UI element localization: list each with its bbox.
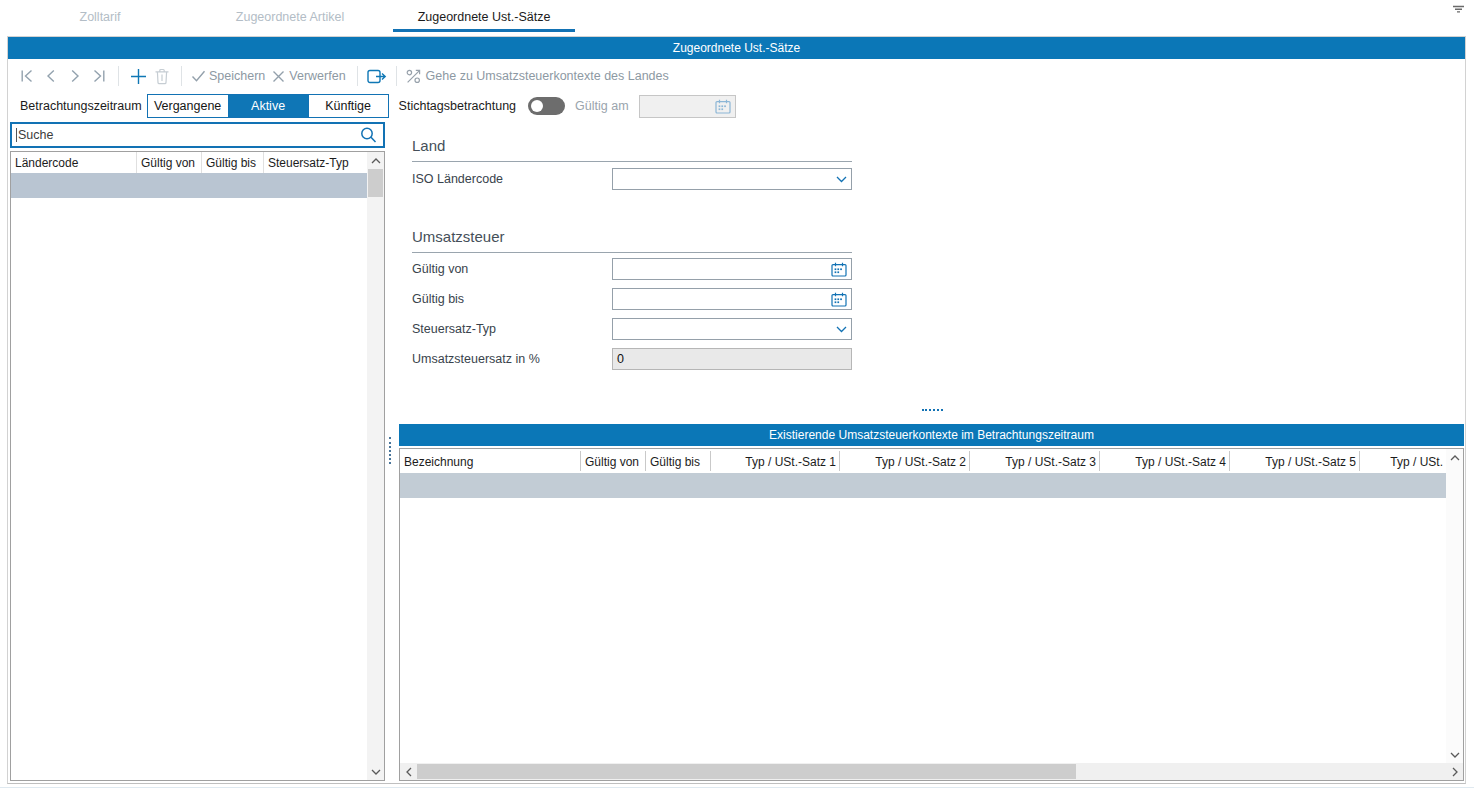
bottom-divider (0, 787, 1474, 788)
column-header[interactable]: Typ / USt.-Satz 3 (970, 451, 1100, 471)
add-button[interactable] (126, 64, 150, 88)
chevron-down-icon[interactable] (836, 326, 847, 333)
column-header[interactable]: Bezeichnung (400, 451, 581, 471)
horizontal-splitter-grip[interactable] (922, 409, 943, 411)
scroll-down-icon[interactable] (367, 763, 384, 780)
column-header[interactable]: Gültig von (137, 152, 202, 173)
countries-table-header: Ländercode Gültig von Gültig bis Steuers… (11, 152, 367, 173)
main-panel: Zugeordnete Ust.-Sätze (7, 36, 1466, 784)
section-title-umsatzsteuer: Umsatzsteuer (412, 228, 505, 245)
goto-context-icon[interactable] (404, 64, 424, 88)
countries-table-vscrollbar[interactable] (367, 152, 384, 780)
toolbar-separator (357, 66, 358, 86)
search-input[interactable]: Suche (10, 122, 385, 148)
period-segmented-control: Vergangene Aktive Künftige (147, 94, 389, 118)
first-record-button[interactable] (15, 64, 39, 88)
toolbar-separator (118, 66, 119, 86)
column-header[interactable]: Gültig von (581, 451, 646, 471)
calendar-icon[interactable] (831, 292, 847, 307)
goto-context-button[interactable]: Gehe zu Umsatzsteuerkontexte des Landes (426, 69, 669, 83)
column-header[interactable]: Typ / USt.-Satz 1 (711, 451, 840, 471)
contexts-table-header: Bezeichnung Gültig von Gültig bis Typ / … (400, 451, 1446, 471)
gueltig-von-label: Gültig von (412, 262, 468, 276)
column-header[interactable]: Typ / USt.-Satz 4 (1100, 451, 1230, 471)
column-header[interactable]: Typ / USt.-Satz 2 (840, 451, 970, 471)
gueltig-von-date-input[interactable] (612, 258, 852, 280)
column-header[interactable]: Typ / USt.-Satz 5 (1230, 451, 1360, 471)
save-button[interactable]: Speichern (209, 69, 265, 83)
scrollbar-thumb[interactable] (368, 169, 383, 197)
column-header[interactable]: Typ / USt. (1360, 451, 1446, 471)
discard-icon[interactable] (269, 64, 287, 88)
scroll-up-icon[interactable] (367, 152, 384, 169)
panel-title: Zugeordnete Ust.-Sätze (8, 37, 1465, 59)
calendar-icon[interactable] (831, 262, 847, 277)
umsatzsteuersatz-input: 0 (612, 348, 852, 370)
contexts-table-vscrollbar[interactable] (1446, 449, 1463, 763)
next-record-button[interactable] (63, 64, 87, 88)
section-divider (412, 252, 852, 253)
gueltig-bis-date-input[interactable] (612, 288, 852, 310)
column-header[interactable]: Steuersatz-Typ (264, 152, 367, 173)
contexts-table: Bezeichnung Gültig von Gültig bis Typ / … (399, 448, 1464, 781)
umsatzsteuersatz-label: Umsatzsteuersatz in % (412, 352, 540, 366)
last-record-button[interactable] (87, 64, 111, 88)
scroll-right-icon[interactable] (1446, 763, 1463, 780)
segment-vergangene[interactable]: Vergangene (148, 95, 228, 117)
screen: Zolltarif Zugeordnete Artikel Zugeordnet… (0, 0, 1474, 789)
countries-table: Ländercode Gültig von Gültig bis Steuers… (10, 151, 385, 781)
save-icon[interactable] (189, 64, 207, 88)
column-header[interactable]: Gültig bis (646, 451, 711, 471)
toolbar-separator (396, 66, 397, 86)
stichtag-toggle[interactable] (528, 97, 565, 115)
delete-button[interactable] (150, 64, 174, 88)
search-placeholder: Suche (16, 128, 53, 142)
period-label: Betrachtungszeitraum (20, 99, 142, 113)
tab-bar: Zolltarif Zugeordnete Artikel Zugeordnet… (0, 0, 1474, 36)
steuersatz-typ-combobox[interactable] (612, 318, 852, 340)
valid-at-label: Gültig am (575, 99, 629, 113)
vertical-splitter-grip[interactable] (389, 437, 391, 464)
segment-aktive[interactable]: Aktive (228, 95, 308, 117)
scroll-up-icon[interactable] (1446, 449, 1463, 466)
scroll-down-icon[interactable] (1446, 746, 1463, 763)
iso-laendercode-label: ISO Ländercode (412, 172, 503, 186)
toolbar: Speichern Verwerfen Gehe zu Umsatzsteuer… (8, 59, 1465, 93)
column-header[interactable]: Gültig bis (202, 152, 264, 173)
column-header[interactable]: Ländercode (11, 152, 137, 173)
section-divider (412, 161, 852, 162)
input-value: 0 (617, 352, 624, 366)
stichtag-label: Stichtagsbetrachtung (399, 99, 516, 113)
section-title-land: Land (412, 137, 445, 154)
filter-row: Betrachtungszeitraum Vergangene Aktive K… (8, 93, 1465, 119)
chevron-down-icon[interactable] (836, 176, 847, 183)
search-icon[interactable] (359, 126, 378, 145)
valid-at-date-input[interactable] (639, 95, 736, 118)
table-row-selected[interactable] (11, 173, 367, 198)
toggle-knob (531, 100, 543, 112)
calendar-icon[interactable] (715, 99, 731, 114)
gueltig-bis-label: Gültig bis (412, 292, 464, 306)
contexts-table-hscrollbar[interactable] (400, 763, 1463, 780)
steuersatz-typ-label: Steuersatz-Typ (412, 322, 496, 336)
segment-kuenftige[interactable]: Künftige (308, 95, 388, 117)
tab-zugeordnete-artikel[interactable]: Zugeordnete Artikel (210, 8, 370, 28)
collapse-icon[interactable] (1452, 5, 1465, 14)
toolbar-separator (181, 66, 182, 86)
assign-context-button[interactable] (365, 64, 389, 88)
bottom-section-title: Existierende Umsatzsteuerkontexte im Bet… (399, 424, 1464, 446)
iso-laendercode-combobox[interactable] (612, 168, 852, 190)
scrollbar-thumb[interactable] (417, 764, 1076, 779)
previous-record-button[interactable] (39, 64, 63, 88)
tab-zolltarif[interactable]: Zolltarif (55, 8, 145, 28)
discard-button[interactable]: Verwerfen (289, 69, 345, 83)
tab-zugeordnete-ust-saetze[interactable]: Zugeordnete Ust.-Sätze (393, 8, 575, 28)
table-row-selected[interactable] (400, 473, 1446, 498)
scroll-left-icon[interactable] (400, 763, 417, 780)
